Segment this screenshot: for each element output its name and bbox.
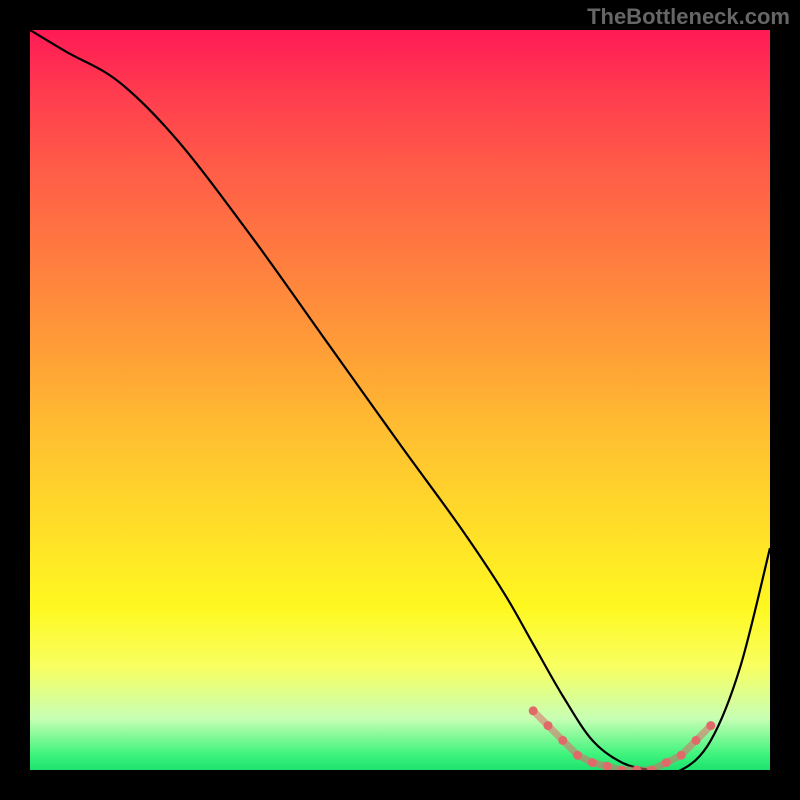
valley-marker-dot [677,751,686,760]
valley-marker-dot [706,721,715,730]
bottleneck-curve [30,30,770,770]
chart-frame: TheBottleneck.com [0,0,800,800]
valley-marker-dot [573,751,582,760]
valley-marker-dot [529,706,538,715]
plot-area [30,30,770,770]
valley-marker-dot [588,758,597,767]
valley-markers [529,706,716,770]
chart-svg [30,30,770,770]
valley-marker-dot [662,758,671,767]
valley-marker-dot [558,736,567,745]
watermark-text: TheBottleneck.com [587,4,790,30]
valley-marker-dot [692,736,701,745]
valley-marker-dot [544,721,553,730]
